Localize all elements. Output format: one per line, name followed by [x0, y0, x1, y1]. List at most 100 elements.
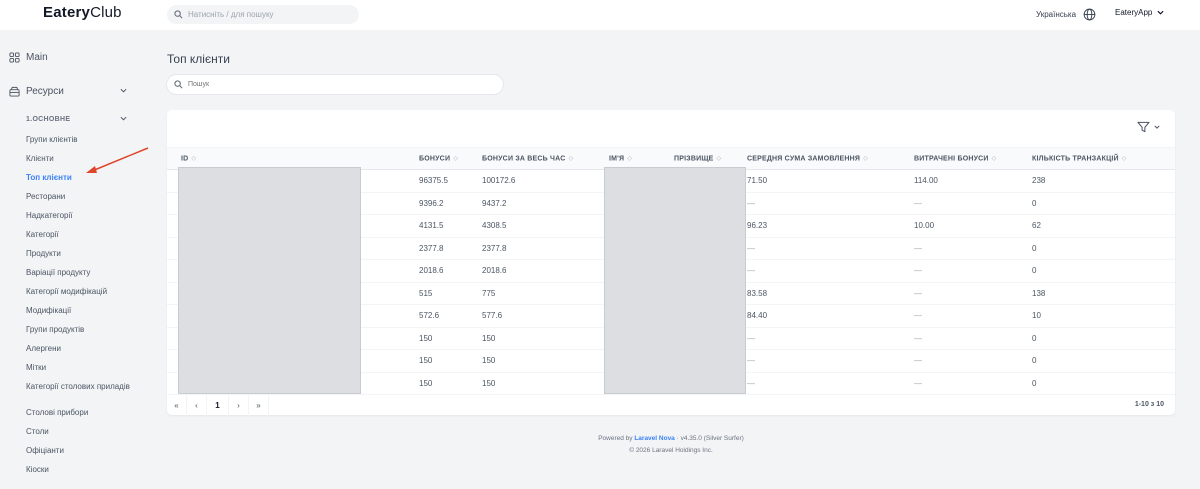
sidebar: Main Ресурси 1.ОСНОВНЕ Групи клієнтів Клі…	[0, 30, 150, 489]
filter-icon	[1137, 121, 1150, 133]
language-switcher[interactable]: Українська	[1036, 8, 1096, 21]
cell-spent: —	[914, 259, 1032, 283]
cell-spent: —	[914, 327, 1032, 350]
cell-bonus: 4131.5	[419, 214, 482, 238]
cell-tx: 238	[1032, 169, 1175, 193]
redacted-name-columns	[604, 167, 746, 394]
top-header: EateryClub Українська EateryApp	[0, 0, 1200, 30]
cell-total: 775	[482, 282, 609, 305]
column-header-transactions[interactable]: Кількість транзакцій ◇	[1032, 147, 1175, 170]
cell-tx: 0	[1032, 259, 1175, 283]
sidebar-item[interactable]: Столи	[26, 426, 136, 445]
sidebar-item-resources[interactable]: Ресурси	[9, 86, 129, 97]
first-page-button[interactable]: «	[167, 394, 187, 416]
cell-total: 9437.2	[482, 192, 609, 215]
cell-tx: 10	[1032, 304, 1175, 328]
cell-avg: —	[747, 327, 914, 350]
sidebar-resource-list: Групи клієнтів Клієнти Топ клієнти Ресторан…	[26, 134, 136, 483]
cell-bonus: 2377.8	[419, 237, 482, 260]
resource-table-card: ID ◇ Бонуси ◇ Бонуси за весь час ◇ Ім'я ◇ Пр…	[167, 110, 1175, 416]
cell-tx: 0	[1032, 192, 1175, 215]
sort-icon: ◇	[991, 155, 997, 162]
cell-total: 150	[482, 372, 609, 395]
sort-icon: ◇	[716, 155, 722, 162]
column-header-spent-bonus[interactable]: Витрачені бонуси ◇	[914, 147, 1032, 170]
laravel-nova-link[interactable]: Laravel Nova	[634, 435, 674, 442]
search-icon	[174, 10, 183, 19]
sidebar-item[interactable]: Кіоски	[26, 464, 136, 483]
sort-icon: ◇	[453, 155, 459, 162]
cell-avg: 71.50	[747, 169, 914, 193]
chevron-down-icon	[1154, 125, 1160, 129]
sidebar-item[interactable]: Ресторани	[26, 191, 136, 210]
global-search[interactable]	[167, 5, 359, 24]
page-1-button[interactable]: 1	[207, 394, 229, 416]
cell-spent: —	[914, 237, 1032, 260]
cell-total: 4308.5	[482, 214, 609, 238]
chevron-down-icon	[1157, 10, 1164, 15]
sidebar-item[interactable]: Категорії модифікацій	[26, 286, 136, 305]
pagination-count: 1-10 з 10	[1134, 401, 1164, 408]
column-header-bonus[interactable]: Бонуси ◇	[419, 147, 482, 170]
prev-page-button[interactable]: ‹	[187, 394, 207, 416]
sidebar-item[interactable]: Мітки	[26, 362, 136, 381]
cell-bonus: 9396.2	[419, 192, 482, 215]
cell-avg: —	[747, 349, 914, 373]
footer: Powered by Laravel Nova · v4.35.0 (Silve…	[167, 433, 1175, 457]
cell-bonus: 2018.6	[419, 259, 482, 283]
resource-search[interactable]	[167, 75, 503, 94]
cell-total: 150	[482, 349, 609, 373]
page-title: Топ клієнти	[167, 52, 230, 66]
pagination: « ‹ 1 › » 1-10 з 10	[167, 394, 1175, 416]
sidebar-item[interactable]: Варіації продукту	[26, 267, 136, 286]
cell-avg: —	[747, 237, 914, 260]
cell-avg: —	[747, 259, 914, 283]
cell-bonus: 150	[419, 349, 482, 373]
sidebar-item-main[interactable]: Main	[9, 52, 48, 63]
cell-tx: 0	[1032, 372, 1175, 395]
sidebar-item[interactable]: Категорії столових приладів	[26, 381, 136, 407]
cell-spent: —	[914, 372, 1032, 395]
sidebar-item[interactable]: Модифікації	[26, 305, 136, 324]
cell-tx: 0	[1032, 237, 1175, 260]
cell-spent: —	[914, 192, 1032, 215]
chevron-down-icon	[120, 116, 127, 121]
app-logo[interactable]: EateryClub	[43, 4, 122, 21]
sidebar-item[interactable]: Офіціанти	[26, 445, 136, 464]
cell-bonus: 150	[419, 372, 482, 395]
cell-total: 150	[482, 327, 609, 350]
language-label: Українська	[1036, 10, 1077, 19]
resource-search-input[interactable]	[188, 81, 468, 88]
cell-spent: 114.00	[914, 169, 1032, 193]
cell-avg: 83.58	[747, 282, 914, 305]
cell-avg: —	[747, 192, 914, 215]
column-header-bonus-total[interactable]: Бонуси за весь час ◇	[482, 147, 609, 170]
archive-icon	[9, 86, 20, 97]
filter-button[interactable]	[1137, 121, 1160, 133]
cell-tx: 0	[1032, 327, 1175, 350]
annotation-arrow-icon	[86, 147, 149, 173]
sidebar-item[interactable]: Надкатегорії	[26, 210, 136, 229]
sort-icon: ◇	[191, 155, 197, 162]
grid-icon	[9, 52, 20, 63]
sidebar-item[interactable]: Категорії	[26, 229, 136, 248]
global-search-input[interactable]	[188, 10, 348, 19]
sort-icon: ◇	[627, 155, 633, 162]
cell-avg: 84.40	[747, 304, 914, 328]
copyright: © 2026 Laravel Holdings Inc.	[629, 447, 713, 454]
cell-spent: —	[914, 349, 1032, 373]
cell-bonus: 572.6	[419, 304, 482, 328]
sort-icon: ◇	[568, 155, 574, 162]
column-header-avg-order[interactable]: Середня сума замовлення ◇	[747, 147, 914, 170]
sidebar-group-main[interactable]: 1.ОСНОВНЕ	[26, 116, 129, 123]
sidebar-item[interactable]: Столові прибори	[26, 407, 136, 426]
sidebar-item[interactable]: Групи продуктів	[26, 324, 136, 343]
sidebar-item[interactable]: Продукти	[26, 248, 136, 267]
sidebar-item[interactable]: Алергени	[26, 343, 136, 362]
last-page-button[interactable]: »	[249, 394, 269, 416]
next-page-button[interactable]: ›	[229, 394, 249, 416]
user-menu[interactable]: EateryApp	[1115, 8, 1164, 17]
chevron-down-icon	[120, 88, 127, 93]
user-name: EateryApp	[1115, 8, 1153, 17]
cell-total: 2377.8	[482, 237, 609, 260]
